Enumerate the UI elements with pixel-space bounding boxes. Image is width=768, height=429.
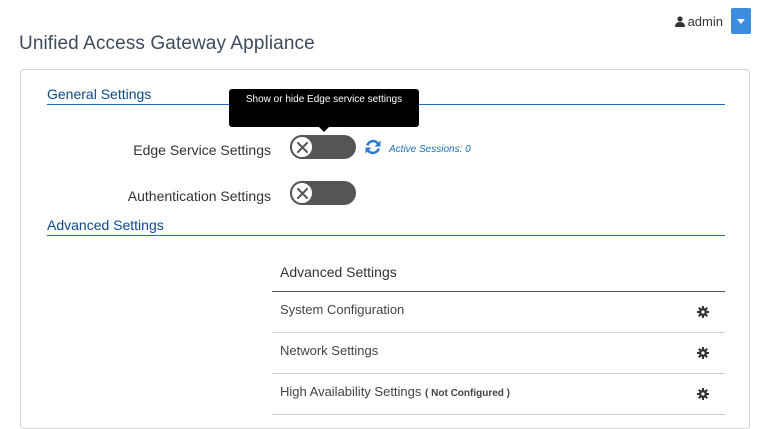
gear-icon[interactable] bbox=[697, 388, 709, 400]
refresh-icon[interactable] bbox=[364, 138, 382, 156]
table-row-system-configuration: System Configuration bbox=[272, 292, 725, 333]
tooltip-arrow bbox=[319, 127, 329, 132]
advanced-settings-table: Advanced Settings System Configuration N… bbox=[272, 253, 725, 415]
row-label: High Availability Settings bbox=[280, 384, 422, 399]
user-name[interactable]: admin bbox=[688, 14, 723, 29]
edge-service-settings-label: Edge Service Settings bbox=[133, 142, 271, 158]
user-icon bbox=[674, 15, 685, 27]
gear-icon[interactable] bbox=[697, 347, 709, 359]
toggle-knob bbox=[290, 181, 314, 205]
user-menu[interactable]: admin bbox=[674, 8, 751, 34]
gear-icon[interactable] bbox=[697, 306, 709, 318]
edge-toggle-tooltip: Show or hide Edge service settings bbox=[229, 89, 419, 127]
not-configured-note: ( Not Configured ) bbox=[425, 388, 511, 399]
toggle-knob bbox=[290, 135, 314, 159]
table-row-network-settings: Network Settings bbox=[272, 333, 725, 374]
close-icon bbox=[296, 187, 308, 199]
row-label: Network Settings bbox=[280, 343, 379, 358]
edge-service-toggle[interactable] bbox=[290, 135, 356, 159]
settings-panel: General Settings Show or hide Edge servi… bbox=[20, 69, 750, 429]
advanced-settings-heading: Advanced Settings bbox=[47, 217, 725, 236]
active-sessions-text: Active Sessions: 0 bbox=[389, 144, 471, 155]
close-icon bbox=[296, 141, 308, 153]
page-title: Unified Access Gateway Appliance bbox=[19, 33, 315, 54]
table-header: Advanced Settings bbox=[272, 253, 725, 292]
authentication-settings-label: Authentication Settings bbox=[127, 188, 271, 204]
caret-down-icon bbox=[737, 18, 745, 24]
user-dropdown-button[interactable] bbox=[731, 8, 751, 34]
row-label: System Configuration bbox=[280, 302, 405, 317]
authentication-toggle[interactable] bbox=[290, 181, 356, 205]
